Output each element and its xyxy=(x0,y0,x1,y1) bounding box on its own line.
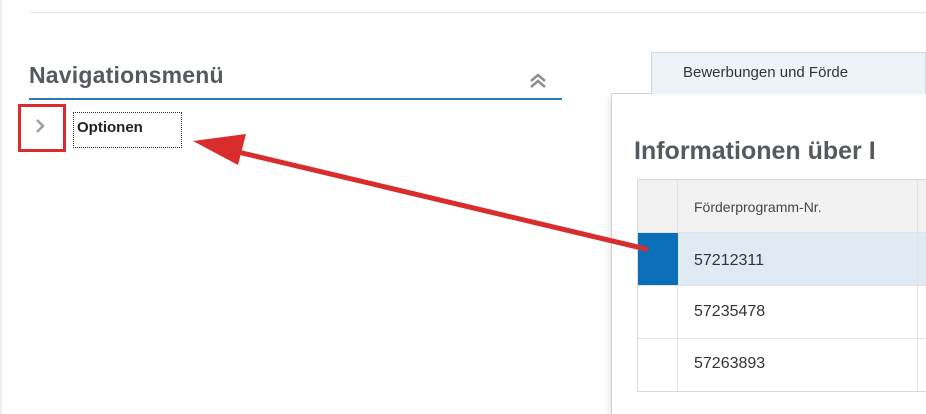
program-table: Förderprogramm-Nr. 57212311 57235478 572… xyxy=(637,179,926,392)
window-edge xyxy=(0,0,2,414)
program-number-cell: 57263893 xyxy=(694,355,766,372)
column-divider xyxy=(917,180,918,232)
table-row[interactable]: 57212311 xyxy=(638,233,926,286)
panel-title: Informationen über I xyxy=(634,137,876,165)
collapse-button[interactable] xyxy=(523,66,553,96)
table-header-row: Förderprogramm-Nr. xyxy=(638,180,926,233)
column-divider xyxy=(917,286,918,338)
column-divider xyxy=(917,233,918,285)
navigation-title: Navigationsmenü xyxy=(29,62,224,88)
row-selector[interactable] xyxy=(638,286,678,338)
table-row[interactable]: 57235478 xyxy=(638,286,926,339)
row-selector[interactable] xyxy=(638,233,678,285)
column-divider xyxy=(917,339,918,391)
header-divider xyxy=(30,12,926,13)
row-selector[interactable] xyxy=(638,339,678,391)
program-number-cell: 57212311 xyxy=(694,252,764,269)
chevron-right-icon xyxy=(36,119,45,133)
nav-item-optionen[interactable]: Optionen xyxy=(73,112,182,148)
tab-bewerbungen[interactable]: Bewerbungen und Förde xyxy=(651,52,926,94)
table-row[interactable]: 57263893 xyxy=(638,339,926,391)
header-selector-cell xyxy=(638,180,678,232)
double-chevron-up-icon xyxy=(530,73,546,88)
program-number-cell: 57235478 xyxy=(694,303,766,320)
expand-button[interactable] xyxy=(18,104,66,152)
navigation-underline xyxy=(29,98,562,100)
column-header-program-no[interactable]: Förderprogramm-Nr. xyxy=(694,199,822,215)
